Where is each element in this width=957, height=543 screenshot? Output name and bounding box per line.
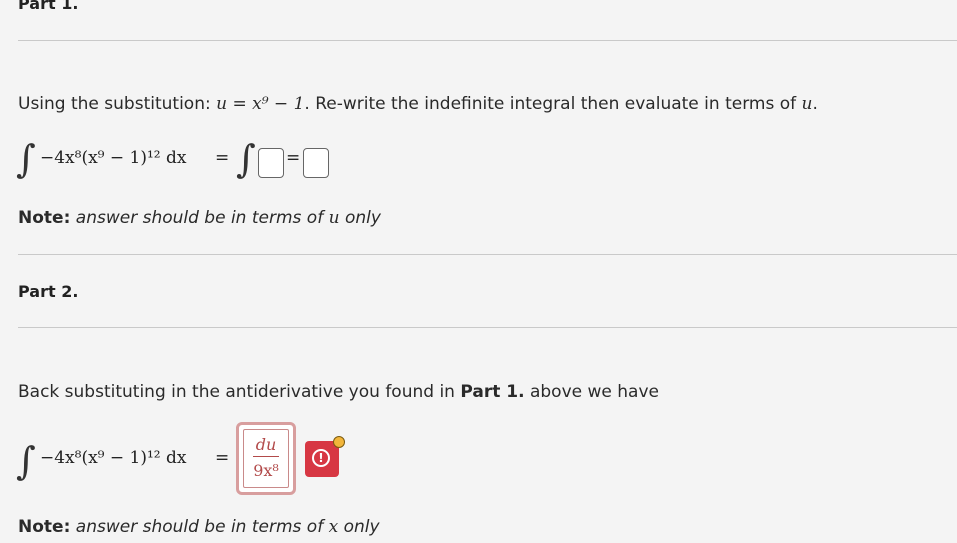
part2-instruction: Back substituting in the antiderivative … [18,382,659,402]
part1-note-label: Note: [18,208,71,228]
answer-numerator: du [255,435,277,454]
part1-instruction-var: u [801,94,813,114]
part1-heading: Part 1. [18,0,79,13]
part1-integral-expression: −4x⁸(x⁹ − 1)¹² dx [40,148,187,168]
question-page: Part 1. Using the substitution: u = x⁹ −… [0,0,957,543]
part2-equals: = [215,448,230,468]
answer-denominator: 9x⁸ [253,461,279,480]
part1-equals: = [215,148,230,168]
fraction-bar [253,456,279,457]
part2-note-end: only [338,517,380,537]
part2-instruction-suffix: above we have [524,382,659,402]
part1-substitution: u = x⁹ − 1 [216,94,305,114]
part1-note-end: only [339,208,381,228]
part2-note: Note: answer should be in terms of x onl… [18,517,380,537]
warning-dot-icon [333,436,345,448]
answer-field[interactable]: du 9x⁸ [243,429,289,488]
divider-lower [18,327,957,328]
integral-sign: ∫ [236,137,256,181]
exclamation-circle-icon: ! [312,449,330,467]
part1-note: Note: answer should be in terms of u onl… [18,208,381,228]
part1-instruction: Using the substitution: u = x⁹ − 1. Re-w… [18,94,818,114]
part1-note-var: u [328,208,340,228]
integral-sign: ∫ [16,439,36,483]
part1-instruction-suffix: . Re-write the indefinite integral then … [304,94,802,114]
part2-integral-expression: −4x⁸(x⁹ − 1)¹² dx [40,448,187,468]
divider-mid [18,254,957,255]
part1-inner-equals: = [286,148,301,168]
antiderivative-input[interactable] [303,148,329,178]
divider-top [18,40,957,41]
part1-instruction-prefix: Using the substitution: [18,94,217,114]
part1-note-text: answer should be in terms of [70,208,329,228]
part2-note-label: Note: [18,517,71,537]
part2-instruction-bold: Part 1. [460,382,525,402]
answer-input[interactable]: du 9x⁸ [236,422,296,495]
part2-note-var: x [328,517,339,537]
part2-instruction-prefix: Back substituting in the antiderivative … [18,382,461,402]
part1-instruction-end: . [812,94,818,114]
part2-heading: Part 2. [18,282,79,301]
integrand-input[interactable] [258,148,284,178]
incorrect-alert-button[interactable]: ! [305,441,339,477]
integral-sign: ∫ [16,137,36,181]
part2-note-text: answer should be in terms of [70,517,329,537]
